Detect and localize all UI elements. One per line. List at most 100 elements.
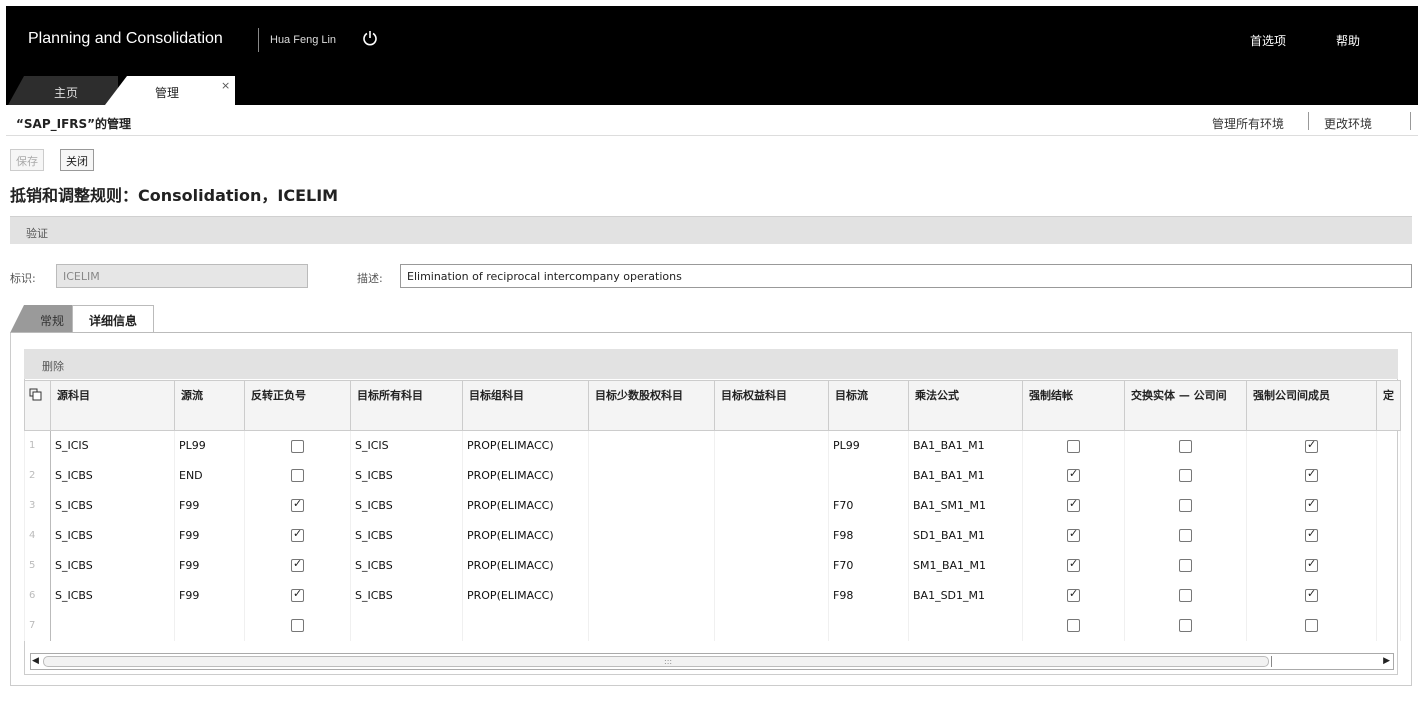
target-flow-cell[interactable]: PL99 (828, 430, 909, 461)
target-flow-cell[interactable]: F98 (828, 580, 909, 611)
checkbox[interactable] (1067, 439, 1080, 453)
multiply-formula-cell[interactable]: BA1_SM1_M1 (908, 490, 1023, 521)
checkbox[interactable] (291, 439, 304, 453)
table-row[interactable]: 7 (24, 610, 1401, 641)
multiply-formula-cell[interactable]: BA1_BA1_M1 (908, 430, 1023, 461)
multiply-formula-cell[interactable]: BA1_SD1_M1 (908, 580, 1023, 611)
column-options-header[interactable] (24, 380, 51, 431)
help-link[interactable]: 帮助 (1336, 32, 1360, 49)
checkbox[interactable] (1305, 619, 1318, 633)
checkbox[interactable] (291, 557, 304, 573)
source-flow-cell[interactable] (174, 610, 245, 641)
checkbox[interactable] (1179, 619, 1192, 633)
checkbox[interactable] (291, 497, 304, 513)
power-icon[interactable] (362, 30, 378, 46)
target-all-account-cell[interactable]: S_ICIS (350, 430, 463, 461)
table-row[interactable]: 1 S_ICIS PL99 S_ICIS PROP(ELIMACC) PL99 BA1_BA… (24, 430, 1401, 461)
multiply-formula-cell[interactable]: SD1_BA1_M1 (908, 520, 1023, 551)
column-header[interactable]: 强制结帐 (1022, 380, 1125, 431)
target-group-account-cell[interactable]: PROP(ELIMACC) (462, 580, 589, 611)
source-account-cell[interactable]: S_ICBS (50, 460, 175, 491)
target-all-account-cell[interactable]: S_ICBS (350, 550, 463, 581)
source-account-cell[interactable]: S_ICBS (50, 490, 175, 521)
target-equity-account-cell[interactable] (714, 610, 829, 641)
source-flow-cell[interactable]: F99 (174, 580, 245, 611)
target-equity-account-cell[interactable] (714, 520, 829, 551)
multiply-formula-cell[interactable]: BA1_BA1_M1 (908, 460, 1023, 491)
checkbox[interactable] (1305, 527, 1318, 543)
checkbox[interactable] (1179, 439, 1192, 453)
tab-details[interactable]: 详细信息 (72, 305, 154, 333)
manage-all-environments-link[interactable]: 管理所有环境 (1212, 115, 1284, 132)
column-header[interactable]: 目标所有科目 (350, 380, 463, 431)
checkbox[interactable] (1179, 559, 1192, 573)
checkbox[interactable] (1305, 497, 1318, 513)
source-account-cell[interactable]: S_ICIS (50, 430, 175, 461)
source-account-cell[interactable] (50, 610, 175, 641)
column-header[interactable]: 源科目 (50, 380, 175, 431)
tab-admin[interactable]: 管理 × (105, 76, 235, 105)
target-equity-account-cell[interactable] (714, 490, 829, 521)
horizontal-scrollbar[interactable]: ◀ ::: ▶ (30, 653, 1394, 670)
target-all-account-cell[interactable]: S_ICBS (350, 580, 463, 611)
column-header[interactable]: 目标权益科目 (714, 380, 829, 431)
close-icon[interactable]: × (221, 79, 230, 92)
column-header[interactable]: 交换实体 — 公司间 (1124, 380, 1247, 431)
save-button[interactable]: 保存 (10, 149, 44, 171)
target-minority-account-cell[interactable] (588, 490, 715, 521)
target-minority-account-cell[interactable] (588, 460, 715, 491)
target-all-account-cell[interactable]: S_ICBS (350, 520, 463, 551)
target-flow-cell[interactable]: F70 (828, 490, 909, 521)
table-row[interactable]: 5S_ICBSF99S_ICBSPROP(ELIMACC)F70SM1_BA1_… (24, 550, 1401, 581)
target-group-account-cell[interactable] (462, 610, 589, 641)
target-all-account-cell[interactable] (350, 610, 463, 641)
target-flow-cell[interactable] (828, 610, 909, 641)
target-group-account-cell[interactable]: PROP(ELIMACC) (462, 460, 589, 491)
target-flow-cell[interactable] (828, 460, 909, 491)
column-header[interactable]: 定 (1376, 380, 1401, 431)
target-equity-account-cell[interactable] (714, 460, 829, 491)
target-flow-cell[interactable]: F70 (828, 550, 909, 581)
validate-section-bar[interactable]: 验证 (10, 216, 1412, 244)
target-all-account-cell[interactable]: S_ICBS (350, 490, 463, 521)
source-flow-cell[interactable]: F99 (174, 520, 245, 551)
checkbox[interactable] (1305, 557, 1318, 573)
table-row[interactable]: 3S_ICBSF99S_ICBSPROP(ELIMACC)F70BA1_SM1_… (24, 490, 1401, 521)
source-flow-cell[interactable]: PL99 (174, 430, 245, 461)
checkbox[interactable] (291, 619, 304, 633)
target-group-account-cell[interactable]: PROP(ELIMACC) (462, 430, 589, 461)
id-field[interactable]: ICELIM (56, 264, 308, 288)
table-row[interactable]: 6S_ICBSF99S_ICBSPROP(ELIMACC)F98BA1_SD1_… (24, 580, 1401, 611)
target-equity-account-cell[interactable] (714, 550, 829, 581)
target-minority-account-cell[interactable] (588, 550, 715, 581)
source-flow-cell[interactable]: F99 (174, 550, 245, 581)
column-header[interactable]: 乘法公式 (908, 380, 1023, 431)
checkbox[interactable] (1067, 527, 1080, 543)
scroll-left-icon[interactable]: ◀ (32, 656, 39, 666)
checkbox[interactable] (1305, 587, 1318, 603)
source-flow-cell[interactable]: F99 (174, 490, 245, 521)
checkbox[interactable] (1067, 557, 1080, 573)
column-header[interactable]: 目标组科目 (462, 380, 589, 431)
checkbox[interactable] (291, 527, 304, 543)
checkbox[interactable] (1179, 529, 1192, 543)
column-header[interactable]: 强制公司间成员 (1246, 380, 1377, 431)
column-header[interactable]: 反转正负号 (244, 380, 351, 431)
target-equity-account-cell[interactable] (714, 580, 829, 611)
target-group-account-cell[interactable]: PROP(ELIMACC) (462, 550, 589, 581)
target-all-account-cell[interactable]: S_ICBS (350, 460, 463, 491)
target-minority-account-cell[interactable] (588, 610, 715, 641)
target-minority-account-cell[interactable] (588, 580, 715, 611)
table-row[interactable]: 2 S_ICBS END S_ICBS PROP(ELIMACC) BA1_BA1_M1 (24, 460, 1401, 491)
source-account-cell[interactable]: S_ICBS (50, 580, 175, 611)
scroll-right-icon[interactable]: ▶ (1383, 656, 1390, 666)
target-minority-account-cell[interactable] (588, 520, 715, 551)
checkbox[interactable] (1067, 467, 1080, 483)
source-account-cell[interactable]: S_ICBS (50, 550, 175, 581)
checkbox[interactable] (1179, 499, 1192, 513)
preferences-link[interactable]: 首选项 (1250, 32, 1286, 49)
change-environment-link[interactable]: 更改环境 (1324, 115, 1372, 132)
target-group-account-cell[interactable]: PROP(ELIMACC) (462, 520, 589, 551)
multiply-formula-cell[interactable]: SM1_BA1_M1 (908, 550, 1023, 581)
column-header[interactable]: 源流 (174, 380, 245, 431)
